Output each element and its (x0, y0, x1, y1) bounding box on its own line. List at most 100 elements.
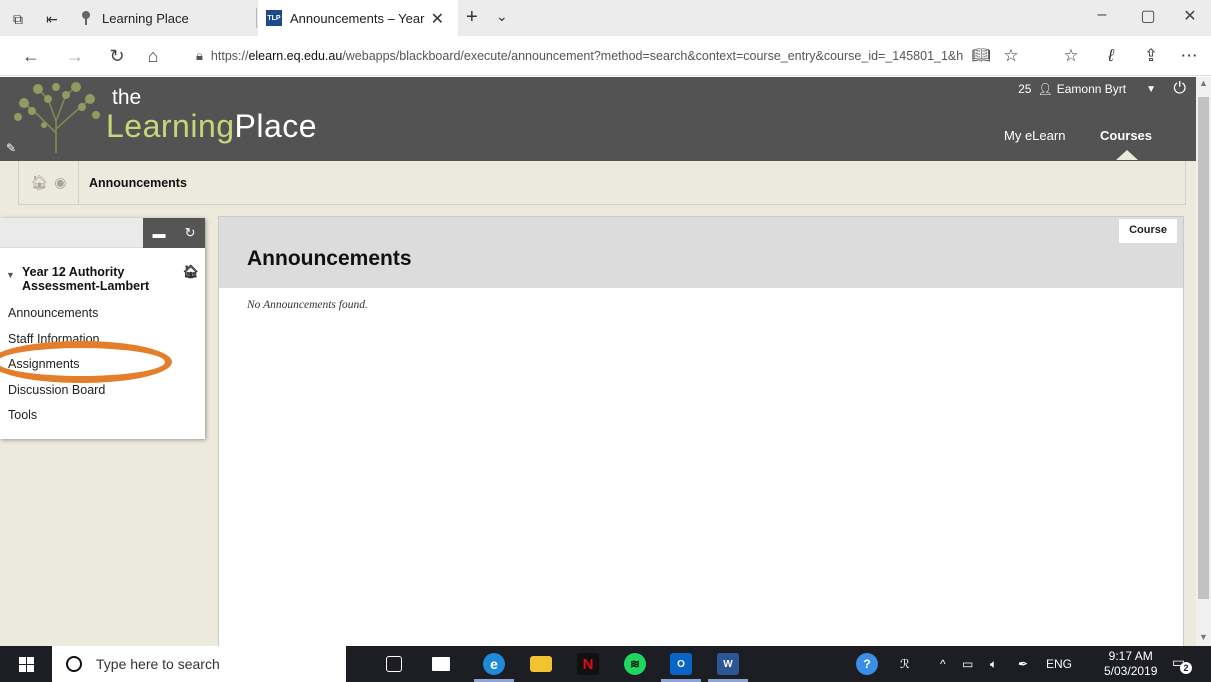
spotify-icon[interactable]: ≋ (624, 653, 646, 675)
close-tab-icon[interactable]: ✕ (431, 9, 444, 29)
logout-power-icon[interactable]: ⏻ (1173, 80, 1186, 98)
learning-place-header: the LearningPlace ✎ 25 👤︎ Eamonn Byrt ▼ … (0, 77, 1196, 161)
course-menu-header: ▬ ↻ (0, 218, 205, 248)
search-placeholder: Type here to search (96, 656, 220, 672)
cortana-icon (66, 656, 82, 672)
lock-icon: 🔒︎ (196, 48, 203, 63)
tree-logo-icon (14, 82, 100, 153)
user-menu[interactable]: 25 👤︎ Eamonn Byrt ▼ (1018, 82, 1156, 96)
address-bar[interactable]: 🔒︎ https://elearn.eq.edu.au/webapps/blac… (196, 43, 1026, 69)
maximize-icon[interactable]: ▢ (1130, 6, 1166, 26)
menu-item-announcements[interactable]: Announcements (0, 301, 205, 327)
pen-workspace-icon[interactable]: ✒︎ (1018, 646, 1028, 682)
language-indicator[interactable]: ENG (1046, 646, 1072, 682)
taskbar-search[interactable]: Type here to search (52, 646, 346, 682)
course-title-line1: Year 12 Authority (22, 265, 125, 279)
breadcrumb: 🏠︎ ◉ Announcements (18, 160, 1186, 205)
page-title: Announcements (247, 247, 412, 270)
course-view-tab[interactable]: Course (1119, 219, 1177, 243)
caret-down-icon[interactable]: ▼ (1146, 84, 1156, 95)
active-nav-pointer (1116, 150, 1138, 160)
nav-courses[interactable]: Courses (1100, 128, 1152, 143)
windows-logo-icon (18, 656, 34, 672)
tabs-aside-icon[interactable]: ⇤ (40, 7, 64, 31)
action-center-icon[interactable]: ▭ 2 (1172, 654, 1192, 674)
forward-arrow-icon[interactable]: → (60, 44, 90, 68)
collapse-triangle-icon[interactable]: ▼ (6, 268, 15, 282)
logo-place: Place (234, 108, 318, 144)
folder-view-icon[interactable]: ▬ (153, 226, 166, 241)
logo-the: the (112, 86, 142, 109)
mail-icon[interactable] (432, 657, 450, 671)
minimize-icon[interactable]: – (1084, 6, 1120, 24)
user-name: Eamonn Byrt (1056, 82, 1127, 96)
url-scheme: https:// (210, 49, 249, 63)
breadcrumb-bar: 🏠︎ ◉ Announcements (0, 160, 1196, 209)
volume-icon[interactable]: 🔈︎ (990, 646, 997, 682)
scrollbar-thumb[interactable] (1198, 97, 1209, 599)
web-note-pen-icon[interactable]: ℓ (1096, 44, 1126, 68)
favorites-hub-icon[interactable]: ☆ (1056, 44, 1086, 68)
start-button[interactable] (0, 646, 52, 682)
browser-tab-strip: ⧉ ⇤ Learning Place TLP Announcements – Y… (0, 0, 1211, 36)
show-hidden-icons-icon[interactable]: ^ (940, 646, 946, 682)
url-path: /webapps/blackboard/execute/announcement… (342, 49, 964, 63)
course-title[interactable]: ▼ Year 12 Authority Assessment-Lambert 🏠… (0, 248, 205, 294)
course-menu: ▬ ↻ ▼ Year 12 Authority Assessment-Lambe… (0, 218, 205, 439)
clock-time: 9:17 AM (1108, 649, 1153, 663)
tab-divider (256, 8, 257, 28)
tab-title: Learning Place (102, 10, 189, 26)
course-home-icon[interactable]: 🏠︎ (182, 265, 199, 279)
tab-announcements[interactable]: TLP Announcements – Year ✕ (258, 0, 458, 36)
favorite-star-icon[interactable]: ☆ (996, 44, 1026, 68)
netflix-icon[interactable]: N (577, 653, 599, 675)
tab-learning-place[interactable]: Learning Place (72, 0, 256, 36)
windows-taskbar: Type here to search 🎙︎ e N ≋ O W ? ℛ ^ ▭… (0, 646, 1211, 682)
tlp-favicon-icon: TLP (266, 10, 282, 26)
refresh-menu-icon[interactable]: ↻ (185, 225, 196, 241)
microphone-icon[interactable]: 🎙︎ (320, 653, 342, 675)
chevron-down-circle-icon[interactable]: ◉ (54, 174, 66, 191)
battery-icon[interactable]: ▭ (962, 646, 973, 682)
notification-badge: 2 (1180, 662, 1192, 674)
content-panel: Announcements Course No Announcements fo… (218, 216, 1184, 646)
course-menu-tools: ▬ ↻ (143, 218, 205, 248)
task-view-icon[interactable] (386, 656, 402, 672)
user-avatar-icon: 👤︎ (1037, 82, 1053, 96)
reading-view-icon[interactable]: 📖︎ (966, 44, 996, 68)
content-title-bar: Announcements Course (219, 217, 1183, 288)
system-clock[interactable]: 9:17 AM 5/03/2019 (1104, 649, 1157, 679)
edit-mode-icon[interactable]: ✎ (6, 141, 16, 155)
help-icon[interactable]: ? (856, 653, 878, 675)
refresh-icon[interactable]: ↻ (102, 44, 132, 68)
course-title-line2: Assessment-Lambert (22, 279, 150, 293)
people-icon[interactable]: ℛ (900, 646, 910, 682)
set-tabs-aside-icon[interactable]: ⧉ (6, 7, 30, 31)
home-icon[interactable]: 🏠︎ (31, 174, 49, 191)
new-tab-icon[interactable]: + (466, 6, 478, 29)
word-icon[interactable]: W (717, 653, 739, 675)
breadcrumb-home[interactable]: 🏠︎ ◉ (19, 160, 79, 205)
close-window-icon[interactable]: ✕ (1172, 6, 1208, 26)
menu-item-tools[interactable]: Tools (0, 403, 205, 429)
learning-place-logo[interactable]: the LearningPlace (106, 86, 318, 144)
file-explorer-icon[interactable] (530, 656, 552, 672)
share-icon[interactable]: ⇪ (1136, 44, 1166, 68)
url-host: elearn.eq.edu.au (248, 49, 343, 63)
scroll-up-icon[interactable]: ▲ (1197, 78, 1210, 88)
home-icon[interactable]: ⌂ (138, 44, 168, 68)
nav-my-elearn[interactable]: My eLearn (1004, 128, 1065, 143)
browser-navigation-bar: ← → ↻ ⌂ 🔒︎ https://elearn.eq.edu.au/weba… (0, 36, 1211, 76)
empty-announcements-message: No Announcements found. (247, 299, 368, 311)
tab-title: Announcements – Year (290, 10, 425, 26)
notification-count[interactable]: 25 (1018, 82, 1031, 96)
learning-place-favicon-icon (78, 10, 94, 26)
clock-date: 5/03/2019 (1104, 664, 1158, 678)
more-options-icon[interactable]: ⋯ (1174, 44, 1204, 68)
breadcrumb-current: Announcements (89, 175, 187, 190)
outlook-icon[interactable]: O (670, 653, 692, 675)
chevron-down-icon[interactable]: ⌄ (496, 8, 508, 25)
scroll-down-icon[interactable]: ▼ (1197, 632, 1210, 642)
back-arrow-icon[interactable]: ← (16, 44, 46, 68)
edge-browser-icon[interactable]: e (483, 653, 505, 675)
